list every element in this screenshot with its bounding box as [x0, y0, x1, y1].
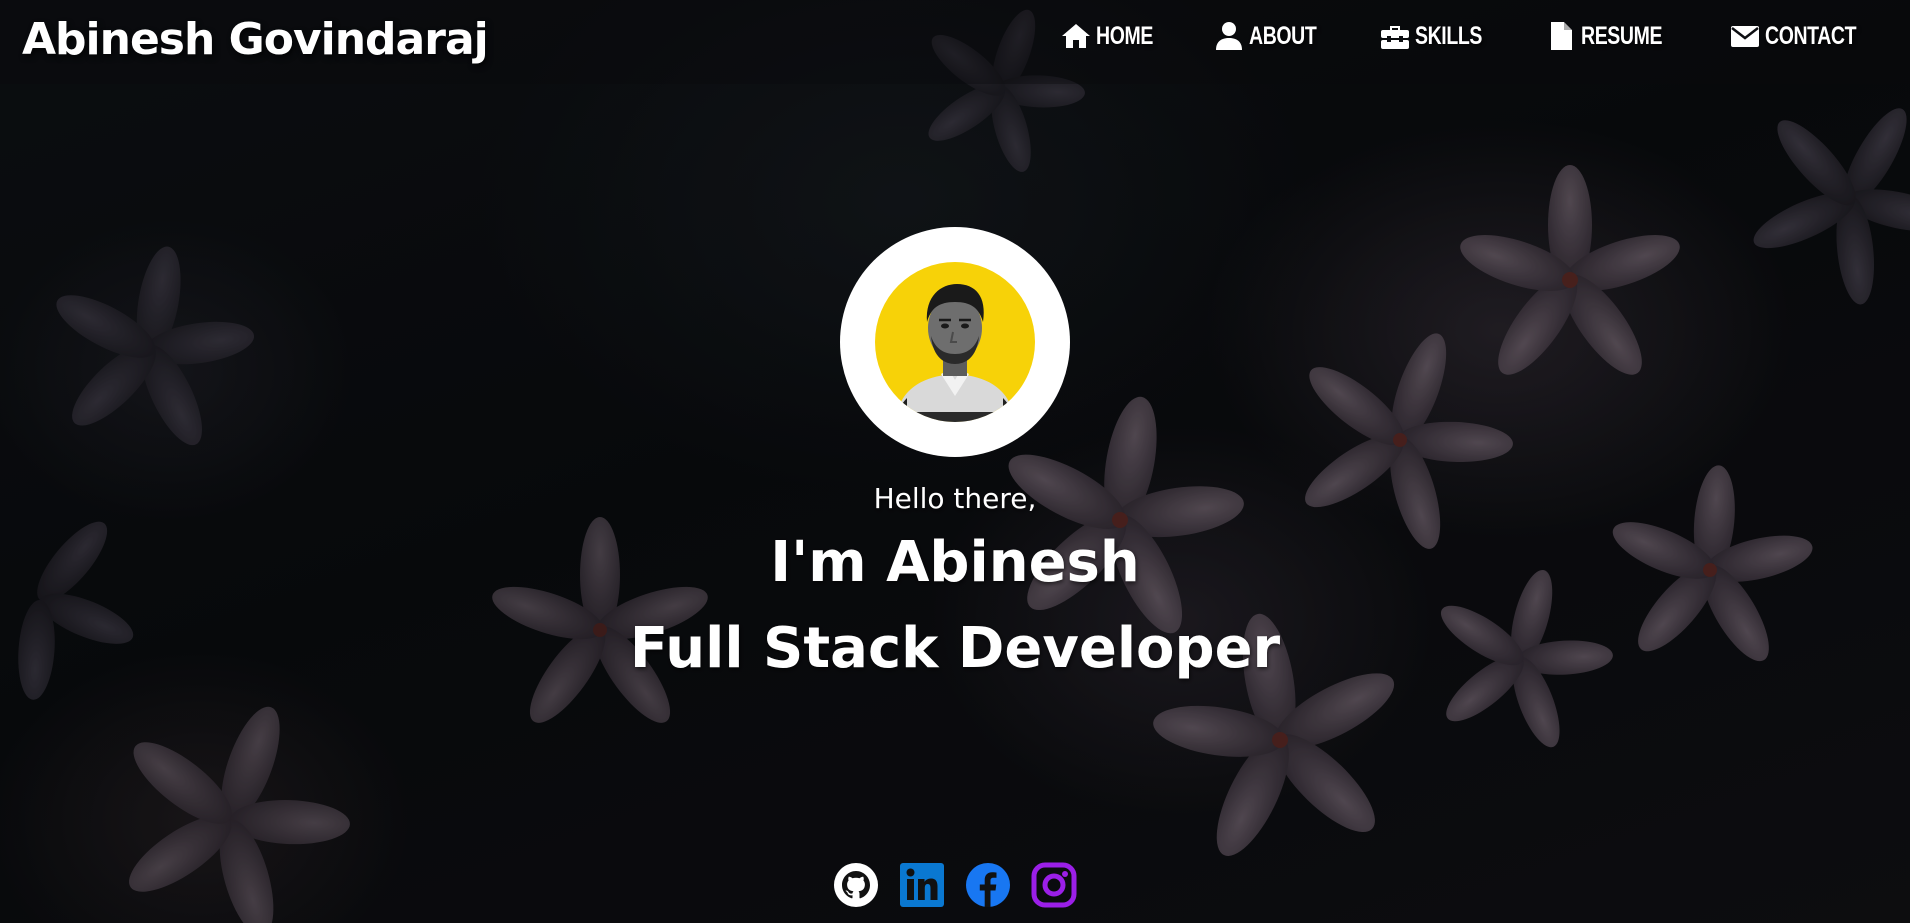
linkedin-icon: [900, 863, 944, 907]
hero-greeting: Hello there,: [873, 482, 1037, 515]
avatar-frame: [840, 227, 1070, 457]
social-links: [833, 862, 1077, 908]
profile-photo: [895, 284, 1015, 422]
hero-role: Full Stack Developer: [629, 616, 1281, 681]
github-link[interactable]: [833, 862, 879, 908]
portfolio-page: Abinesh Govindaraj HOME ABOUT SKILLS RES…: [0, 0, 1910, 923]
instagram-link[interactable]: [1031, 862, 1077, 908]
hero-name: I'm Abinesh: [770, 530, 1140, 595]
avatar: [875, 262, 1035, 422]
hero-section: Hello there, I'm Abinesh Full Stack Deve…: [0, 0, 1910, 923]
linkedin-link[interactable]: [899, 862, 945, 908]
facebook-icon: [966, 863, 1010, 907]
facebook-link[interactable]: [965, 862, 1011, 908]
github-icon: [834, 863, 878, 907]
instagram-icon: [1031, 862, 1077, 908]
